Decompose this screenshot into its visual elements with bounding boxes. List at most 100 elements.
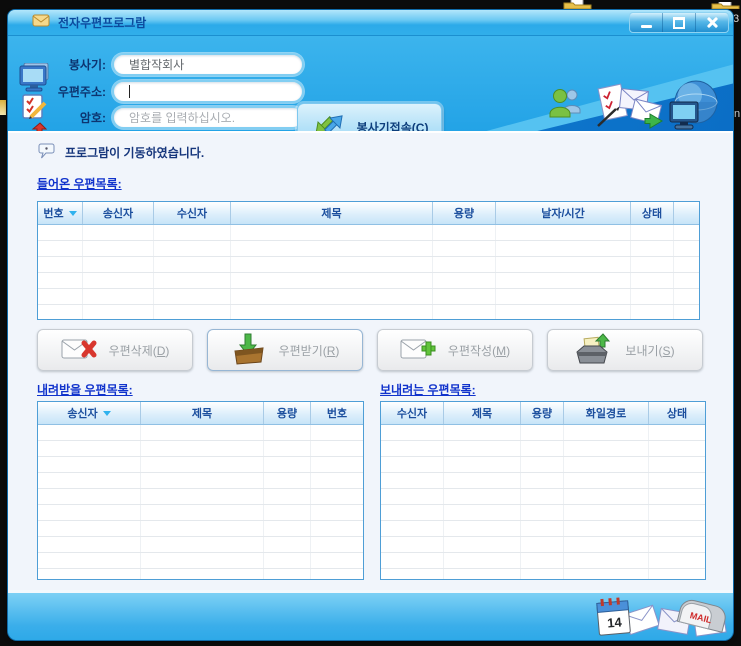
column-header-0[interactable]: 송신자 bbox=[38, 402, 141, 424]
outbox-section-label[interactable]: 보내려는 우편목록: bbox=[380, 381, 476, 398]
table-cell bbox=[311, 537, 363, 552]
compose-mail-button[interactable]: 우편작성(M) bbox=[377, 329, 533, 371]
send-mail-button[interactable]: 보내기(S) bbox=[547, 329, 703, 371]
table-row[interactable] bbox=[381, 473, 705, 489]
table-row[interactable] bbox=[381, 553, 705, 569]
table-cell bbox=[264, 569, 311, 579]
table-cell bbox=[521, 489, 564, 504]
table-cell bbox=[264, 521, 311, 536]
mail-delete-icon bbox=[61, 336, 97, 365]
close-button[interactable] bbox=[696, 13, 728, 32]
inbox-table: 번호 송신자수신자제목용량 날자/시간 상태 bbox=[37, 201, 700, 320]
table-row[interactable] bbox=[38, 289, 699, 305]
table-cell bbox=[649, 569, 705, 579]
table-cell bbox=[154, 225, 231, 240]
table-row[interactable] bbox=[381, 457, 705, 473]
table-row[interactable] bbox=[38, 305, 699, 319]
column-header-label: 용량 bbox=[532, 405, 552, 421]
column-header-1[interactable]: 제목 bbox=[444, 402, 521, 424]
connect-button-label: 봉사기접속(C) bbox=[357, 119, 429, 132]
table-cell bbox=[496, 289, 631, 304]
column-header-2[interactable]: 용량 bbox=[264, 402, 311, 424]
column-header-3[interactable]: 번호 bbox=[311, 402, 363, 424]
table-row[interactable] bbox=[381, 521, 705, 537]
column-header-label: 날자/시간 bbox=[541, 205, 585, 221]
table-row[interactable] bbox=[38, 273, 699, 289]
mail-receive-icon bbox=[231, 333, 267, 368]
address-input[interactable] bbox=[112, 80, 304, 103]
table-row[interactable] bbox=[38, 473, 363, 489]
server-label: 봉사기: bbox=[46, 56, 106, 73]
column-header-label: 수신자 bbox=[397, 405, 427, 421]
bottom-bar: 14 MAIL bbox=[8, 590, 733, 640]
column-header-1[interactable]: 제목 bbox=[141, 402, 264, 424]
table-row[interactable] bbox=[381, 489, 705, 505]
table-cell bbox=[264, 537, 311, 552]
column-header-6[interactable]: 상태 bbox=[631, 202, 674, 224]
inbox-section-label[interactable]: 들어온 우편목록: bbox=[37, 175, 122, 192]
titlebar[interactable]: 전자우편프로그람 bbox=[8, 10, 733, 36]
minimize-icon bbox=[641, 25, 652, 28]
table-row[interactable] bbox=[38, 553, 363, 569]
table-cell bbox=[649, 441, 705, 456]
table-row[interactable] bbox=[38, 441, 363, 457]
table-cell bbox=[264, 441, 311, 456]
table-row[interactable] bbox=[38, 521, 363, 537]
column-header-label: 번호 bbox=[43, 205, 63, 221]
receive-mail-button[interactable]: 우편받기(R) bbox=[207, 329, 363, 371]
table-cell bbox=[433, 241, 496, 256]
table-row[interactable] bbox=[38, 425, 363, 441]
column-header-0[interactable]: 번호 bbox=[38, 202, 83, 224]
table-cell bbox=[381, 457, 444, 472]
table-row[interactable] bbox=[38, 537, 363, 553]
table-row[interactable] bbox=[38, 241, 699, 257]
column-header-2[interactable]: 용량 bbox=[521, 402, 564, 424]
table-cell bbox=[433, 289, 496, 304]
table-cell bbox=[141, 473, 264, 488]
table-cell bbox=[649, 425, 705, 440]
table-row[interactable] bbox=[381, 537, 705, 553]
column-header-2[interactable]: 수신자 bbox=[154, 202, 231, 224]
column-header-5[interactable]: 날자/시간 bbox=[496, 202, 631, 224]
table-row[interactable] bbox=[381, 441, 705, 457]
column-header-3[interactable]: 제목 bbox=[231, 202, 433, 224]
maximize-button[interactable] bbox=[663, 13, 696, 32]
column-header-3[interactable]: 화일경로 bbox=[564, 402, 649, 424]
column-header-label: 번호 bbox=[327, 405, 347, 421]
table-row[interactable] bbox=[38, 225, 699, 241]
column-header-4[interactable]: 상태 bbox=[649, 402, 705, 424]
column-header-label: 제목 bbox=[472, 405, 492, 421]
envelope-icon bbox=[32, 13, 50, 32]
maximize-icon bbox=[673, 17, 685, 29]
server-field-row: 봉사기: 별합작회사 bbox=[46, 53, 304, 76]
download-section-label[interactable]: 내려받을 우편목록: bbox=[37, 381, 133, 398]
table-cell bbox=[521, 553, 564, 568]
server-input[interactable]: 별합작회사 bbox=[112, 53, 304, 76]
table-cell bbox=[433, 273, 496, 288]
table-header-row: 번호 송신자수신자제목용량 날자/시간 상태 bbox=[38, 202, 699, 225]
column-header-4[interactable]: 용량 bbox=[433, 202, 496, 224]
table-cell bbox=[631, 225, 674, 240]
table-row[interactable] bbox=[38, 489, 363, 505]
table-cell bbox=[521, 537, 564, 552]
table-row[interactable] bbox=[38, 457, 363, 473]
table-row[interactable] bbox=[38, 569, 363, 579]
table-row[interactable] bbox=[381, 425, 705, 441]
table-cell bbox=[311, 505, 363, 520]
column-header-0[interactable]: 수신자 bbox=[381, 402, 444, 424]
table-cell bbox=[311, 569, 363, 579]
password-input[interactable]: 암호를 입력하십시오. bbox=[112, 106, 304, 129]
delete-mail-button[interactable]: 우편삭제(D) bbox=[37, 329, 193, 371]
table-row[interactable] bbox=[381, 569, 705, 579]
table-cell bbox=[444, 425, 521, 440]
table-row[interactable] bbox=[381, 505, 705, 521]
connect-server-button[interactable]: 봉사기접속(C) bbox=[297, 103, 442, 131]
minimize-button[interactable] bbox=[630, 13, 663, 32]
table-row[interactable] bbox=[38, 257, 699, 273]
table-cell bbox=[496, 225, 631, 240]
column-header-7[interactable] bbox=[674, 202, 699, 224]
column-header-label: 상태 bbox=[667, 405, 687, 421]
table-row[interactable] bbox=[38, 505, 363, 521]
table-body bbox=[381, 425, 705, 579]
column-header-1[interactable]: 송신자 bbox=[83, 202, 154, 224]
